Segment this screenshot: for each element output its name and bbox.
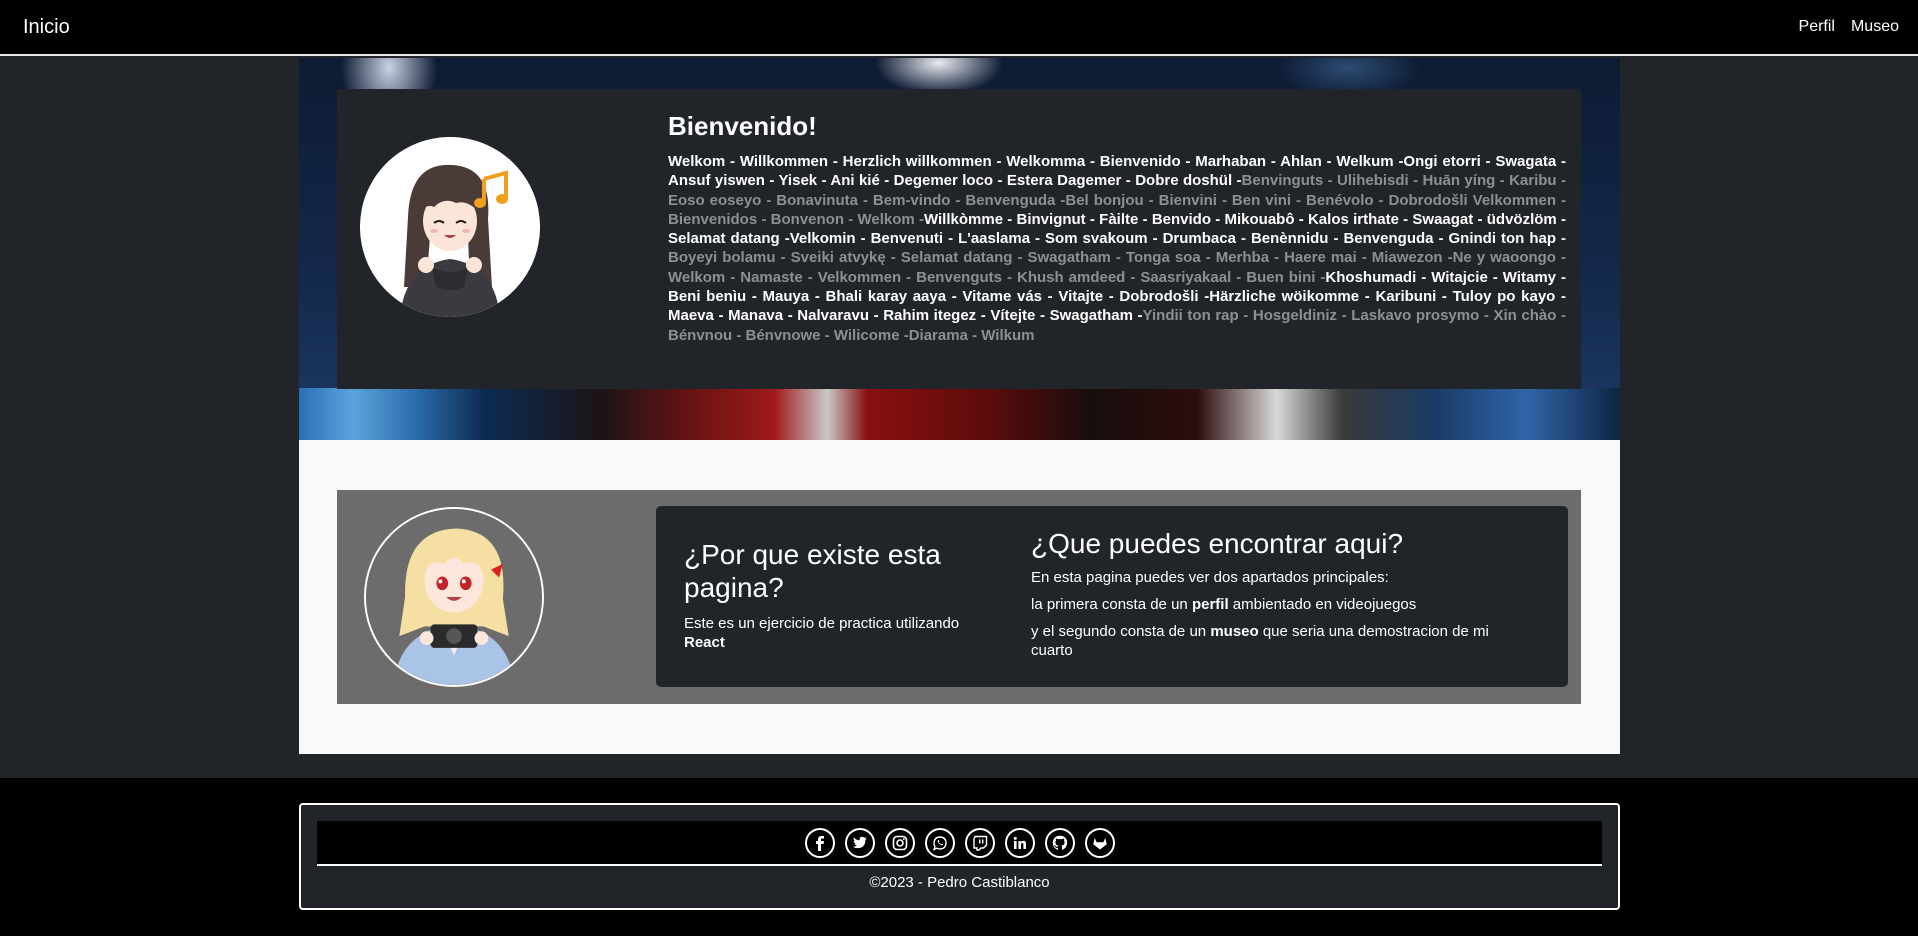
social-links-bar xyxy=(317,821,1602,866)
about-card: ¿Por que existe esta pagina? Este es un … xyxy=(337,490,1581,704)
about-section: ¿Por que existe esta pagina? Este es un … xyxy=(299,440,1620,754)
what-line-1-post: ambientado en videojuegos xyxy=(1232,596,1417,613)
twitter-icon[interactable] xyxy=(844,827,875,858)
what-title: ¿Que puedes encontrar aqui? xyxy=(1031,528,1404,559)
why-text-strong: React xyxy=(684,634,725,651)
why-text: Este es un ejercicio de practica utiliza… xyxy=(684,614,984,652)
welcome-segment: Boyeyi bolamu - Sveiki atvykę - Selamat … xyxy=(668,249,1453,267)
instagram-icon[interactable] xyxy=(884,827,915,858)
anime-girl-headphones-avatar xyxy=(360,137,540,317)
facebook-icon[interactable] xyxy=(804,827,835,858)
github-icon[interactable] xyxy=(1044,827,1075,858)
what-line-1-strong: perfil xyxy=(1191,596,1229,613)
what-line-2: y el segundo consta de un museo que seri… xyxy=(1031,622,1531,660)
nav-link-museo[interactable]: Museo xyxy=(1851,18,1899,36)
what-line-2-pre: y el segundo consta de un xyxy=(1031,623,1207,640)
linkedin-icon[interactable] xyxy=(1004,827,1035,858)
twitch-icon[interactable] xyxy=(964,827,995,858)
what-column: ¿Que puedes encontrar aqui? En esta pagi… xyxy=(1031,527,1531,660)
what-line-1: la primera consta de un perfil ambientad… xyxy=(1031,595,1531,614)
nav-links: Perfil Museo xyxy=(1799,18,1899,36)
welcome-title: Bienvenido! xyxy=(668,111,817,141)
why-text-body: Este es un ejercicio de practica utiliza… xyxy=(684,615,960,632)
what-intro: En esta pagina puedes ver dos apartados … xyxy=(1031,569,1389,586)
why-title: ¿Por que existe esta pagina? xyxy=(684,539,941,603)
copyright-text: ©2023 - Pedro Castiblanco xyxy=(869,874,1050,891)
welcome-multilingual-text: Welkom - Willkommen - Herzlich willkomme… xyxy=(668,152,1566,345)
brand-link[interactable]: Inicio xyxy=(23,16,70,39)
gitlab-icon[interactable] xyxy=(1084,827,1115,858)
why-column: ¿Por que existe esta pagina? Este es un … xyxy=(684,538,984,652)
what-line-1-pre: la primera consta de un xyxy=(1031,596,1188,613)
hero-background-art xyxy=(299,388,1620,440)
nav-link-perfil[interactable]: Perfil xyxy=(1799,18,1835,36)
about-info-panel: ¿Por que existe esta pagina? Este es un … xyxy=(656,506,1568,687)
whatsapp-icon[interactable] xyxy=(924,827,955,858)
welcome-card: Bienvenido! Welkom - Willkommen - Herzli… xyxy=(337,89,1581,389)
footer: ©2023 - Pedro Castiblanco xyxy=(299,803,1620,910)
what-line-2-strong: museo xyxy=(1210,623,1259,640)
hero-banner: Bienvenido! Welkom - Willkommen - Herzli… xyxy=(299,58,1620,440)
anime-girl-camera-avatar xyxy=(364,507,544,687)
navbar: Inicio Perfil Museo xyxy=(0,0,1918,56)
